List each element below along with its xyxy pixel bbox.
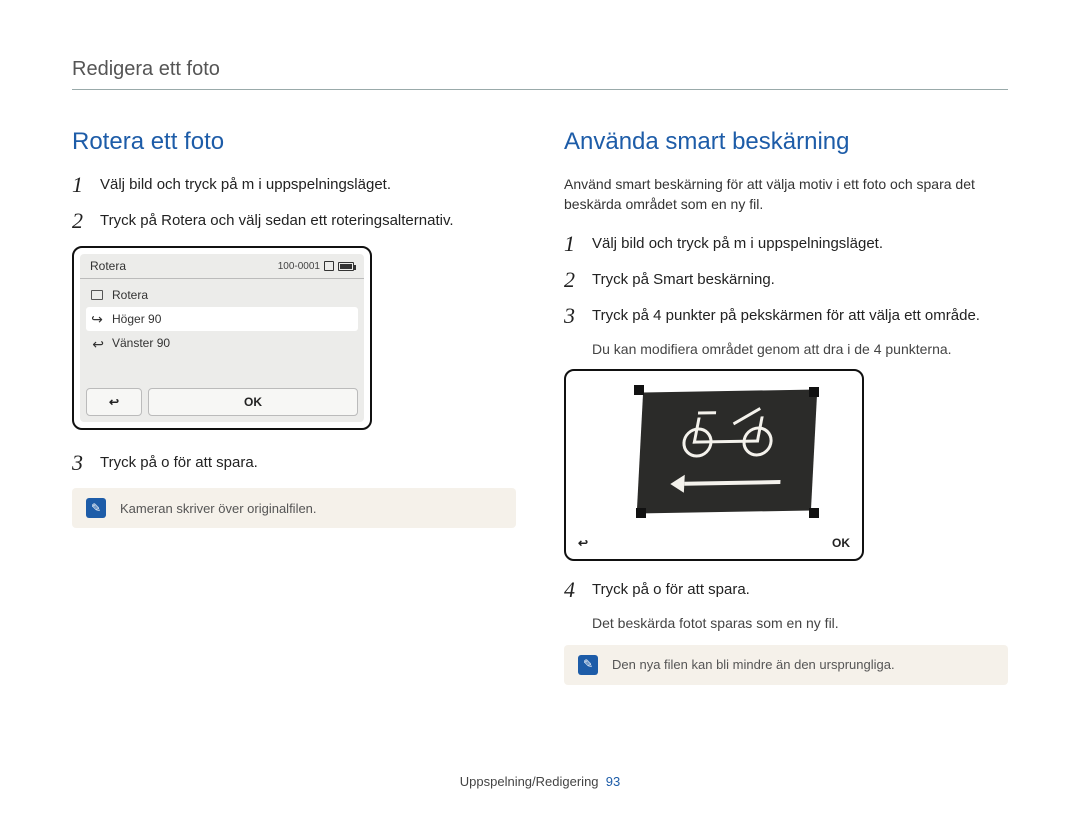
divider <box>72 89 1008 90</box>
step-number: 2 <box>564 269 592 291</box>
step-number: 3 <box>564 305 592 327</box>
step-number: 3 <box>72 452 100 474</box>
ok-button[interactable]: OK <box>148 388 358 416</box>
note-icon: ✎ <box>578 655 598 675</box>
option-label: Höger 90 <box>112 312 161 326</box>
step-3: 3 Tryck på o för att spara. <box>72 452 516 474</box>
step-4-note: Det beskärda fotot sparas som en ny fil. <box>592 615 1008 631</box>
col-left: Rotera ett foto 1 Välj bild och tryck på… <box>72 128 516 685</box>
step-2: 2 Tryck på Smart beskärning. <box>564 269 1008 291</box>
back-button[interactable]: ↩ <box>578 536 588 550</box>
note-text: Den nya filen kan bli mindre än den ursp… <box>612 657 895 672</box>
crop-handle[interactable] <box>809 387 819 397</box>
section-title-smartcrop: Använda smart beskärning <box>564 128 1008 156</box>
step-1: 1 Välj bild och tryck på m i uppspelning… <box>72 174 516 196</box>
step-text: Tryck på 4 punkter på pekskärmen för att… <box>592 305 1008 327</box>
note-box: ✎ Kameran skriver över originalfilen. <box>72 488 516 528</box>
ok-button[interactable]: OK <box>832 536 850 550</box>
dialog-title: Rotera <box>90 259 126 273</box>
step-number: 1 <box>72 174 100 196</box>
option-label: Rotera <box>112 288 148 302</box>
step-number: 2 <box>72 210 100 232</box>
step-text: Tryck på o för att spara. <box>100 452 516 474</box>
note-box: ✎ Den nya filen kan bli mindre än den ur… <box>564 645 1008 685</box>
section-title-rotate: Rotera ett foto <box>72 128 516 156</box>
breadcrumb: Redigera ett foto <box>72 58 1008 87</box>
step-text: Välj bild och tryck på m i uppspelningsl… <box>100 174 516 196</box>
manual-page: Redigera ett foto Rotera ett foto 1 Välj… <box>0 0 1080 815</box>
rotate-left-icon: ↪ <box>90 336 104 350</box>
option-right90[interactable]: ↪ Höger 90 <box>86 307 358 331</box>
intro-text: Använd smart beskärning för att välja mo… <box>564 174 1008 215</box>
note-icon: ✎ <box>86 498 106 518</box>
step-3-note: Du kan modifiera området genom att dra i… <box>592 341 1008 357</box>
back-button[interactable]: ↩ <box>86 388 142 416</box>
option-left90[interactable]: ↪ Vänster 90 <box>86 331 358 355</box>
page-number: 93 <box>606 774 620 789</box>
step-2: 2 Tryck på Rotera och välj sedan ett rot… <box>72 210 516 232</box>
step-1: 1 Välj bild och tryck på m i uppspelning… <box>564 233 1008 255</box>
arrow-left-icon <box>669 473 780 493</box>
step-number: 4 <box>564 579 592 601</box>
columns: Rotera ett foto 1 Välj bild och tryck på… <box>72 128 1008 685</box>
footer-section: Uppspelning/Redigering <box>460 774 599 789</box>
rotate-right-icon: ↪ <box>90 312 104 326</box>
memory-icon <box>324 261 334 271</box>
step-4: 4 Tryck på o för att spara. <box>564 579 1008 601</box>
step-text: Tryck på Smart beskärning. <box>592 269 1008 291</box>
page-footer: Uppspelning/Redigering 93 <box>0 774 1080 789</box>
crop-handle[interactable] <box>809 508 819 518</box>
note-text: Kameran skriver över originalfilen. <box>120 501 317 516</box>
step-number: 1 <box>564 233 592 255</box>
crop-handle[interactable] <box>634 385 644 395</box>
step-text: Tryck på Rotera och välj sedan ett roter… <box>100 210 516 232</box>
file-counter: 100-0001 <box>278 261 320 272</box>
battery-icon <box>338 262 354 271</box>
bicycle-sign <box>636 389 816 513</box>
rotate-off-icon <box>90 288 104 302</box>
option-label: Vänster 90 <box>112 336 170 350</box>
crop-handle[interactable] <box>636 508 646 518</box>
step-text: Tryck på o för att spara. <box>592 579 1008 601</box>
option-rotate[interactable]: Rotera <box>86 283 358 307</box>
camera-screenshot-rotate: Rotera 100-0001 Rotera ↪ <box>72 246 372 430</box>
bicycle-icon <box>681 410 774 458</box>
camera-screenshot-crop: ↩ OK <box>564 369 864 561</box>
step-text: Välj bild och tryck på m i uppspelningsl… <box>592 233 1008 255</box>
step-3: 3 Tryck på 4 punkter på pekskärmen för a… <box>564 305 1008 327</box>
col-right: Använda smart beskärning Använd smart be… <box>564 128 1008 685</box>
